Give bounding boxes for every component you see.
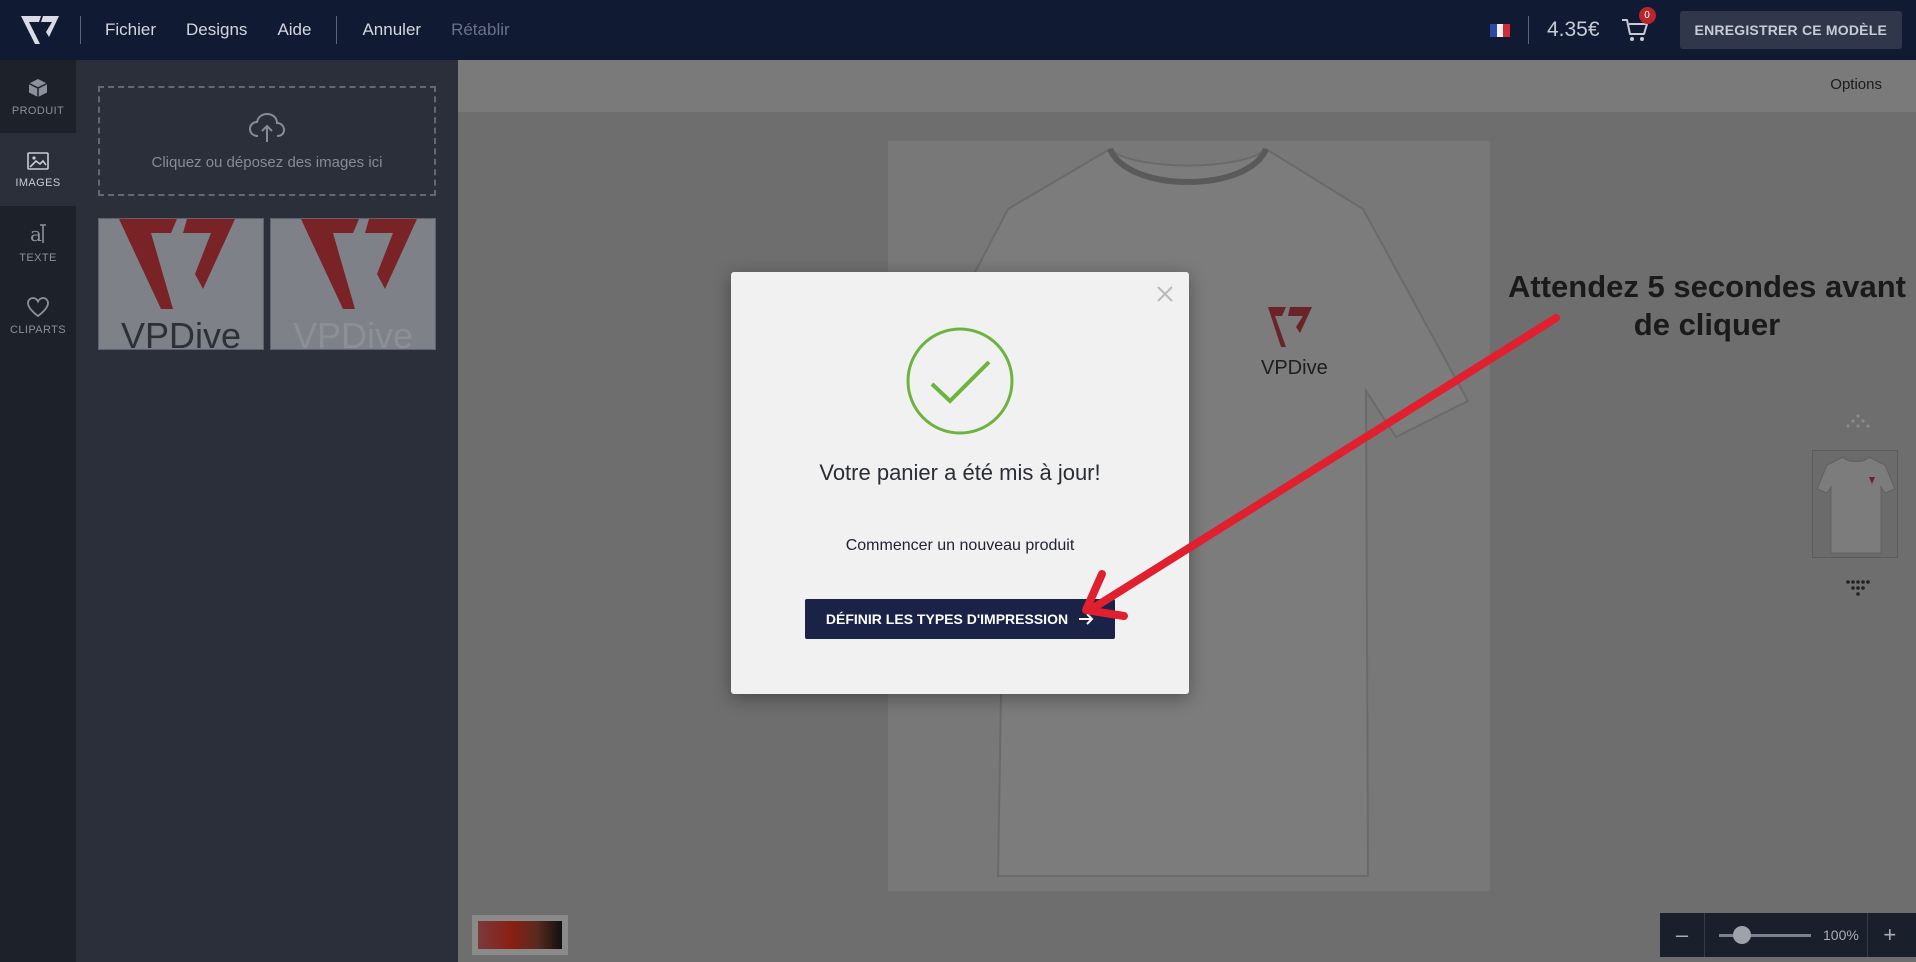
thumbnail-text: VPDive [120,315,242,350]
image-icon [27,151,49,170]
zoom-slider-handle[interactable] [1733,925,1751,944]
app-logo[interactable] [0,0,80,60]
annotation-line: Attendez 5 secondes avant [1508,269,1906,304]
product-view-thumbnail[interactable] [1812,450,1898,558]
rail-item-label: TEXTE [19,251,57,264]
thumbnail-text: VPDive [292,315,414,350]
image-dropzone[interactable]: Cliquez ou déposez des images ici [98,86,436,196]
topbar-right: 4.35€ 0 ENREGISTRER CE MODÈLE [1489,0,1916,60]
box-icon [28,78,48,97]
color-gradient [478,921,562,949]
menu-fichier[interactable]: Fichier [90,20,171,40]
rail-item-label: CLIPARTS [10,323,66,336]
french-flag-icon[interactable] [1489,23,1510,37]
cart-price: 4.35€ [1546,18,1600,41]
undo-button[interactable]: Annuler [347,20,436,40]
zoom-out-button[interactable]: – [1660,913,1704,957]
zoom-slider[interactable] [1719,925,1811,944]
cloud-upload-icon [248,112,286,142]
cart-count-badge: 0 [1638,7,1656,24]
success-check-icon [906,327,1014,435]
menu-designs[interactable]: Designs [171,20,262,40]
dropzone-text: Cliquez ou déposez des images ici [151,153,383,171]
cart-button[interactable]: 0 [1620,7,1656,45]
image-thumbnail[interactable]: VPDive [270,218,436,350]
divider [1527,16,1529,44]
divider [80,16,81,44]
cta-label: DÉFINIR LES TYPES D'IMPRESSION [825,611,1069,627]
options-button[interactable]: Options [1830,76,1882,93]
rail-item-cliparts[interactable]: CLIPARTS [0,279,76,352]
define-print-types-button[interactable]: DÉFINIR LES TYPES D'IMPRESSION [805,599,1115,639]
new-product-link[interactable]: Commencer un nouveau produit [731,537,1189,555]
zoom-in-button[interactable]: + [1868,913,1912,957]
modal-title: Votre panier a été mis à jour! [819,460,1101,485]
rail-item-label: PRODUIT [11,104,65,117]
scroll-down-dots-icon[interactable] [1838,578,1878,598]
close-icon[interactable] [1153,282,1177,306]
vpdive-logo-image [119,219,235,309]
divider [1704,913,1705,957]
vpdive-logo-image [301,219,417,309]
image-thumbnail[interactable]: VPDive [98,218,264,350]
menu-aide[interactable]: Aide [262,20,326,40]
text-icon: a [30,222,46,246]
annotation-line: de cliquer [1633,307,1781,342]
logo-icon [21,16,59,44]
divider [336,16,338,44]
arrow-right-icon [1079,613,1094,625]
zoom-control: – 100% + [1660,913,1916,957]
rail-item-label: IMAGES [15,176,61,189]
tshirt-thumbnail-image [1816,456,1896,554]
redo-button[interactable]: Rétablir [436,20,525,40]
product-logo-text: VPDive [1261,357,1328,379]
color-swatch[interactable] [472,915,568,955]
heart-icon [27,296,49,317]
scroll-up-dots-icon[interactable] [1838,412,1878,432]
rail-item-texte[interactable]: a TEXTE [0,206,76,279]
rail-item-images[interactable]: IMAGES [0,133,76,206]
cart-updated-modal: Votre panier a été mis à jour! Commencer… [731,272,1189,694]
images-panel: Cliquez ou déposez des images ici VPDive… [76,60,458,962]
rail-item-produit[interactable]: PRODUIT [0,60,76,133]
wait-instruction-annotation: Attendez 5 secondes avant de cliquer [1502,268,1912,344]
zoom-value: 100% [1823,927,1859,943]
tool-rail: PRODUIT IMAGES a TEXTE CLIPARTS [0,60,76,962]
options-bar: Options [458,60,1916,112]
save-design-button[interactable]: ENREGISTRER CE MODÈLE [1679,11,1902,49]
top-bar: Fichier Designs Aide Annuler Rétablir 4.… [0,0,1916,60]
